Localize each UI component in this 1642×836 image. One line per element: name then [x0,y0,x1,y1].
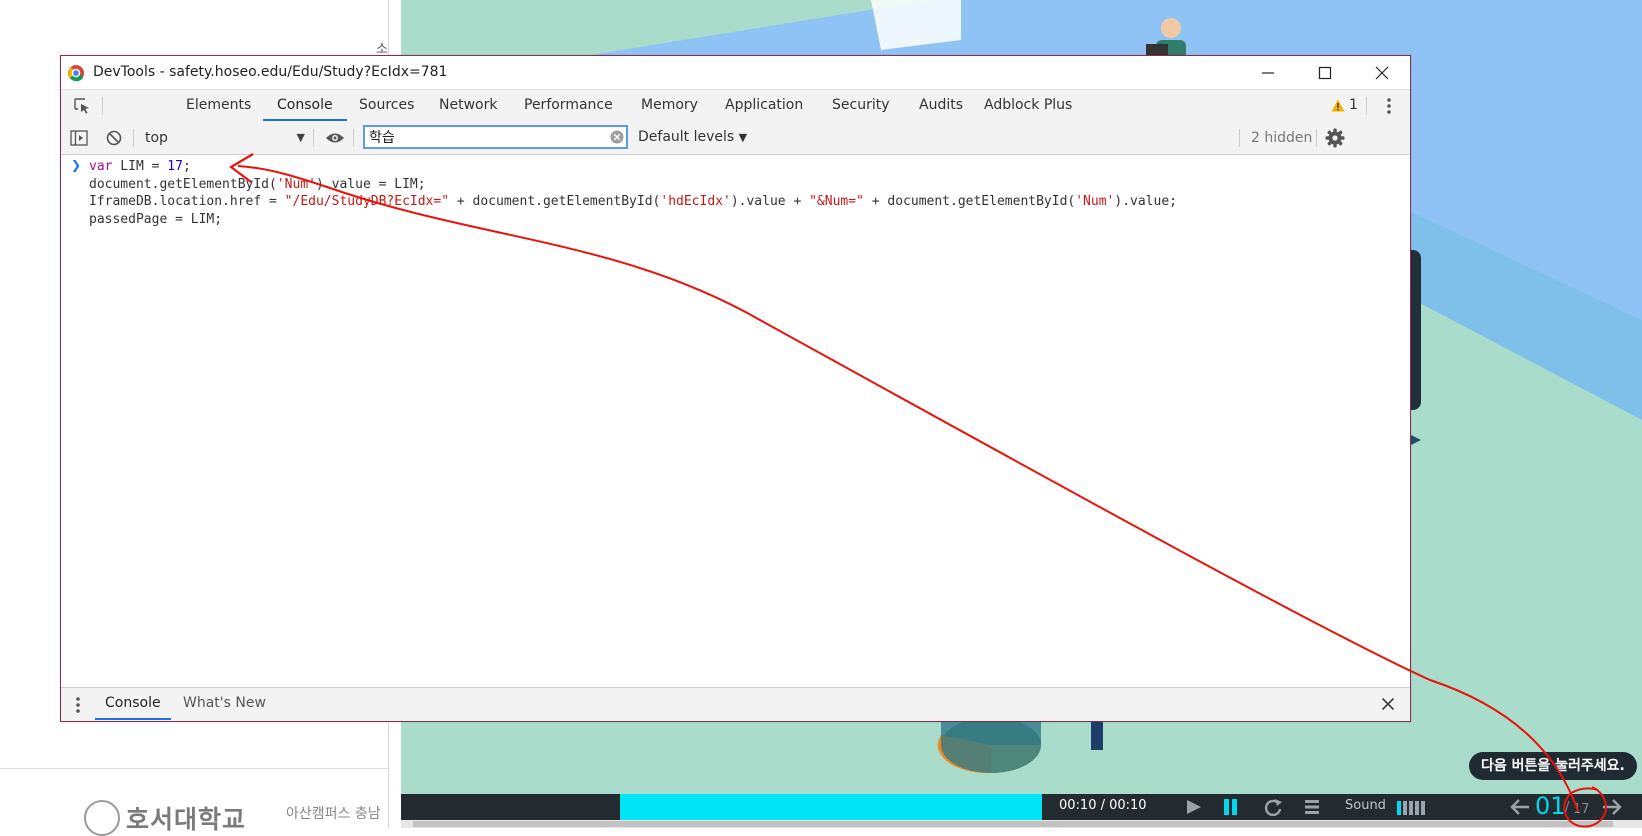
warning-icon [1331,99,1345,111]
next-page-icon[interactable] [1601,798,1623,816]
scrollbar-thumb[interactable] [413,821,1613,827]
warnings-badge[interactable]: 1 [1331,97,1358,113]
tab-memory[interactable]: Memory [627,90,712,121]
campus-address-text: 아산캠퍼스 충남 [286,806,381,822]
total-page-number: 17 [1573,802,1590,817]
hidden-messages-count: 2 hidden [1251,130,1313,146]
list-menu-icon[interactable] [1303,799,1321,815]
volume-bars-icon[interactable] [1397,801,1427,815]
tab-elements[interactable]: Elements [172,90,265,121]
filter-box[interactable] [363,125,628,149]
console-toolbar: top ▼ Default levels ▼ 2 hidden [61,122,1410,155]
code-token: 17 [167,159,183,174]
divider [1366,97,1367,115]
minimize-icon [1261,71,1274,74]
more-options-icon[interactable] [1386,97,1392,115]
code-token: LIM = [112,159,168,174]
drawer-tab-what-s-new[interactable]: What's New [173,688,276,720]
play-icon[interactable] [1185,799,1203,815]
code-token: ).value = LIM; [315,176,426,192]
divider [353,129,354,147]
tab-performance[interactable]: Performance [510,90,627,121]
warnings-count: 1 [1349,97,1358,113]
close-window-button[interactable] [1353,56,1410,89]
levels-value: Default levels [638,129,735,145]
maximize-icon [1318,66,1331,79]
university-seal-icon [84,800,120,836]
code-line: IframeDB.location.href = "/Edu/StudyDB?E… [89,193,1177,211]
code-line: passedPage = LIM; [89,211,1177,229]
prompt-chevron-icon: ❯ [71,158,82,172]
devtools-window: DevTools - safety.hoseo.edu/Edu/Study?Ec… [60,55,1411,722]
window-titlebar[interactable]: DevTools - safety.hoseo.edu/Edu/Study?Ec… [61,56,1410,89]
university-logo[interactable]: 호서대학교 [84,800,246,836]
live-expression-eye-icon[interactable] [325,131,345,145]
code-token: ).value; [1114,194,1177,209]
inspect-element-icon[interactable] [73,97,91,115]
maximize-button[interactable] [1296,56,1353,89]
horizontal-scrollbar[interactable] [401,820,1642,828]
code-token: + document.getElementById( [863,194,1076,209]
console-code[interactable]: var LIM = 17; document.getElementById('Nu… [89,158,1177,228]
divider [0,768,389,769]
log-levels-dropdown[interactable]: Default levels ▼ [638,129,747,145]
code-token: 'Num' [276,176,316,192]
clear-filter-icon[interactable] [610,130,624,144]
window-title: DevTools - safety.hoseo.edu/Edu/Study?Ec… [93,64,448,80]
media-player-bar: 00:10 / 00:10 Sound 01 / 17 [401,792,1642,820]
page-separator: / [1565,800,1570,815]
code-token: document.getElementById( [89,176,277,192]
previous-page-icon[interactable] [1509,798,1531,816]
context-selector[interactable]: top ▼ [145,128,305,148]
progress-bar-fill[interactable] [620,794,1042,820]
dropdown-arrow-icon: ▼ [738,131,748,144]
code-line: document.getElementById('Num').value = L… [89,176,1177,194]
code-token: passedPage = LIM; [89,211,223,227]
drawer-tabbar: Console What's New [61,687,1410,721]
gear-icon[interactable] [1325,128,1345,148]
close-drawer-icon[interactable] [1381,697,1395,711]
tab-application[interactable]: Application [711,90,817,121]
drawer-tab-console[interactable]: Console [95,688,171,720]
context-value: top [145,130,168,146]
tab-adblock-plus[interactable]: Adblock Plus [970,90,1086,121]
code-token: IframeDB.location.href = [89,194,285,209]
filter-input[interactable] [369,128,599,146]
sound-label: Sound [1345,798,1386,813]
divider [133,129,134,147]
code-token: + document.getElementById( [449,194,661,209]
code-token: ; [182,159,191,174]
code-token: 'Num' [1075,194,1115,209]
show-sidebar-icon[interactable] [70,130,88,146]
code-token: 'hdEcIdx' [660,194,731,209]
code-token: "/Edu/StudyDB?EcIdx=" [284,194,450,209]
code-line: var LIM = 17; [89,158,1177,176]
tab-network[interactable]: Network [425,90,511,121]
divider [1239,129,1240,147]
tab-console[interactable]: Console [263,90,347,121]
dropdown-arrow-icon: ▼ [296,131,305,144]
code-token: ).value + [730,194,810,209]
chrome-icon [68,65,84,82]
current-page-number: 01 [1535,792,1566,820]
tab-sources[interactable]: Sources [345,90,428,121]
divider [102,97,103,115]
tab-audits[interactable]: Audits [905,90,977,121]
minimize-button[interactable] [1239,56,1296,89]
code-token: "&Num=" [809,194,864,209]
replay-icon[interactable] [1263,798,1283,816]
pause-icon[interactable] [1222,798,1240,816]
divider [313,129,314,147]
console-input-area[interactable]: ❯ var LIM = 17; document.getElementById('… [61,155,1410,687]
drawer-menu-icon[interactable] [75,696,81,714]
code-token: var [89,159,113,174]
tab-security[interactable]: Security [818,90,904,121]
devtools-tabbar: Elements Console Sources Network Performance… [61,89,1410,123]
university-name: 호서대학교 [126,805,247,834]
close-icon [1375,66,1388,79]
divider [1316,129,1317,147]
time-display: 00:10 / 00:10 [1059,798,1147,813]
clear-console-icon[interactable] [106,130,122,146]
next-button-tooltip: 다음 버튼을 눌러주세요. [1469,752,1637,780]
